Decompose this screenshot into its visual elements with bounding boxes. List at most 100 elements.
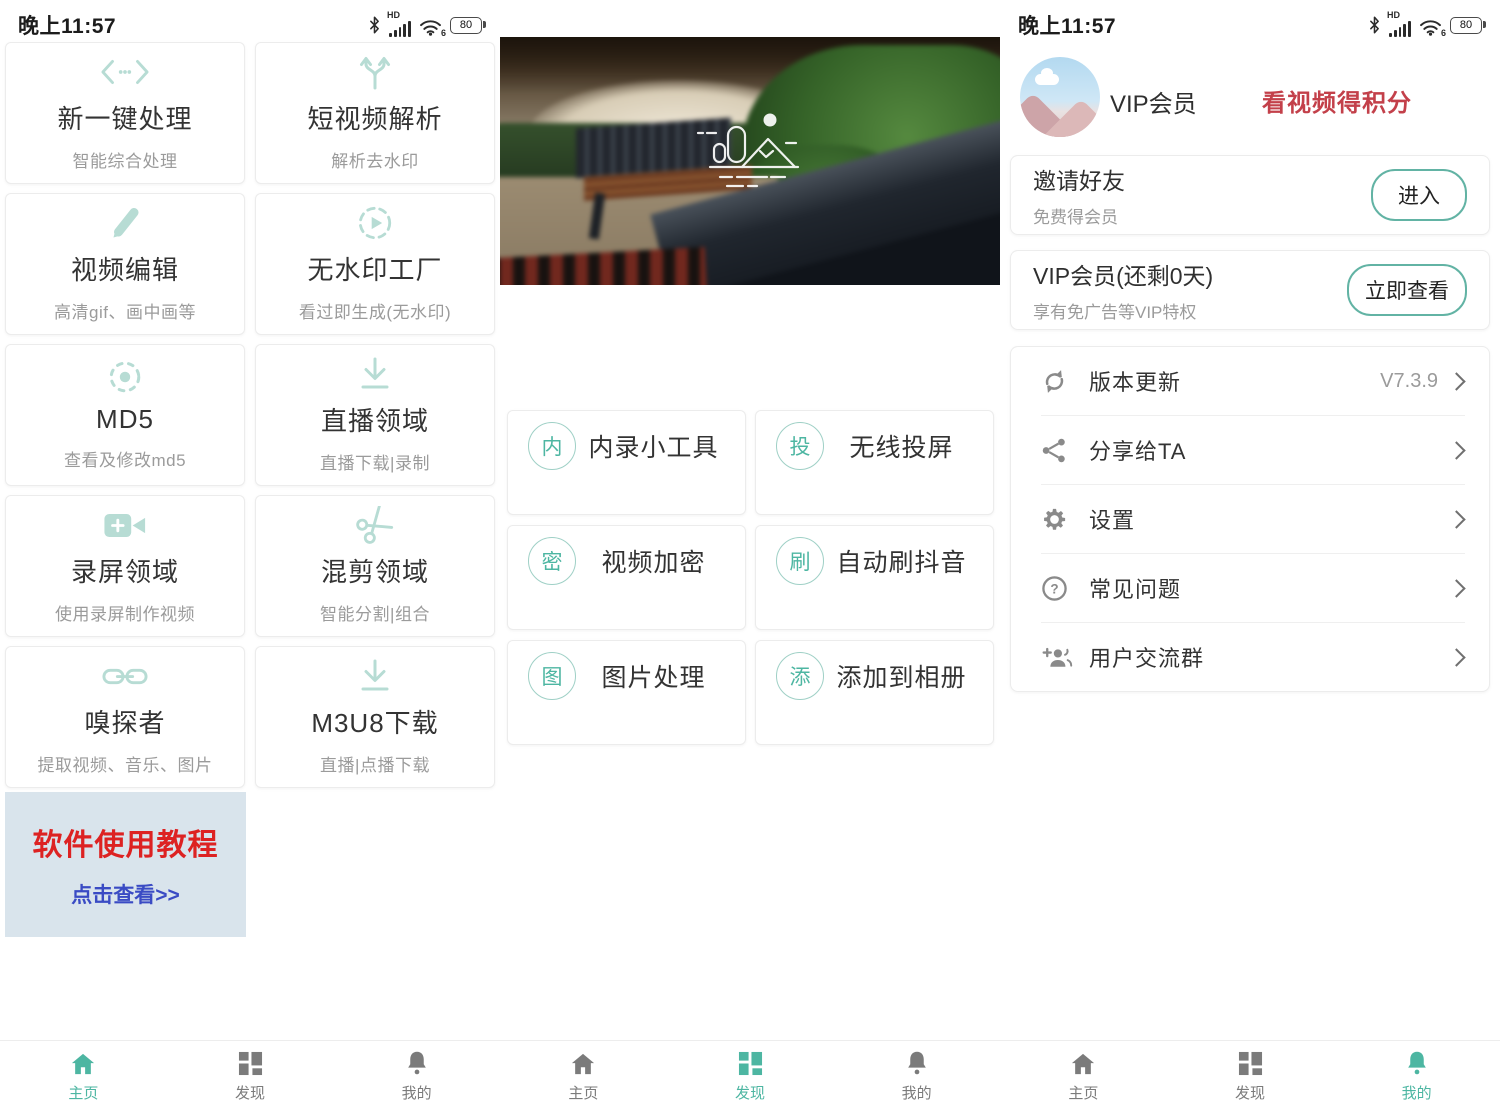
discover-card-image-process[interactable]: 图 图片处理 <box>507 640 746 745</box>
invite-friends-card[interactable]: 邀请好友 免费得会员 进入 <box>1010 155 1490 235</box>
status-icons: HD 6 80 <box>368 14 482 37</box>
tool-title: 新一键处理 <box>57 99 192 136</box>
nav-label: 我的 <box>902 1082 932 1103</box>
discover-label: 添加到相册 <box>824 658 979 694</box>
status-bar: 晚上11:57 HD 6 80 <box>0 10 500 40</box>
link-icon <box>102 658 148 694</box>
bottom-nav: 主页 发现 我的 <box>1000 1040 1500 1111</box>
avatar[interactable] <box>1020 57 1100 137</box>
chevron-right-icon <box>1447 510 1465 528</box>
discover-banner-photo[interactable] <box>500 37 1000 285</box>
grid-icon <box>1238 1050 1263 1076</box>
nav-item-discover[interactable]: 发现 <box>167 1041 334 1111</box>
tool-title: 无水印工厂 <box>307 250 442 287</box>
circle-badge: 内 <box>528 422 576 470</box>
tutorial-banner[interactable]: 软件使用教程 点击查看>> <box>5 792 246 937</box>
nav-item-home[interactable]: 主页 <box>0 1041 167 1111</box>
nav-item-mine[interactable]: 我的 <box>1333 1041 1500 1111</box>
menu-item-settings[interactable]: 设置 <box>1041 485 1465 554</box>
battery-icon: 80 <box>1450 17 1482 34</box>
tool-card-live-download[interactable]: 直播领域 直播下载|录制 <box>255 344 495 486</box>
share-icon <box>1041 437 1075 464</box>
tool-subtitle: 看过即生成(无水印) <box>299 298 451 323</box>
tool-card-no-watermark[interactable]: 无水印工厂 看过即生成(无水印) <box>255 193 495 335</box>
chevron-right-icon <box>1447 648 1465 666</box>
card-title: 邀请好友 <box>1033 162 1371 196</box>
nav-item-home[interactable]: 主页 <box>1000 1041 1167 1111</box>
tool-subtitle: 直播|点播下载 <box>320 751 430 776</box>
tutorial-link[interactable]: 点击查看>> <box>71 879 180 909</box>
card-text: VIP会员(还剩0天) 享有免广告等VIP特权 <box>1033 257 1347 323</box>
vip-membership-card[interactable]: VIP会员(还剩0天) 享有免广告等VIP特权 立即查看 <box>1010 250 1490 330</box>
watch-video-points-link[interactable]: 看视频得积分 <box>1262 83 1412 118</box>
pencil-icon <box>107 205 143 241</box>
scissors-icon <box>356 507 394 543</box>
nav-label: 我的 <box>402 1082 432 1103</box>
status-time: 晚上11:57 <box>1018 10 1116 40</box>
card-subtitle: 享有免广告等VIP特权 <box>1033 298 1347 323</box>
nav-item-mine[interactable]: 我的 <box>833 1041 1000 1111</box>
tool-card-screen-record[interactable]: 录屏领域 使用录屏制作视频 <box>5 495 245 637</box>
circle-badge: 投 <box>776 422 824 470</box>
tool-subtitle: 智能综合处理 <box>73 147 178 172</box>
menu-item-faq[interactable]: ? 常见问题 <box>1041 554 1465 623</box>
nav-item-mine[interactable]: 我的 <box>333 1041 500 1111</box>
discover-label: 视频加密 <box>576 543 731 579</box>
discover-card-cast[interactable]: 投 无线投屏 <box>755 410 994 515</box>
tool-card-sniffer[interactable]: 嗅探者 提取视频、音乐、图片 <box>5 646 245 788</box>
circle-badge: 密 <box>528 537 576 585</box>
wifi6-label: 6 <box>441 28 446 38</box>
tutorial-title: 软件使用教程 <box>33 820 219 864</box>
menu-item-version-update[interactable]: 版本更新 V7.3.9 <box>1041 347 1465 416</box>
menu-label: 版本更新 <box>1089 365 1181 397</box>
screen-discover: 内 内录小工具 投 无线投屏 密 视频加密 刷 自动刷抖音 图 图片处理 添 添… <box>500 0 1000 1111</box>
tool-card-one-key[interactable]: 新一键处理 智能综合处理 <box>5 42 245 184</box>
tool-subtitle: 解析去水印 <box>331 147 419 172</box>
grid-icon <box>738 1050 763 1076</box>
battery-level: 80 <box>1460 19 1472 31</box>
enter-button[interactable]: 进入 <box>1371 169 1467 221</box>
tool-title: 短视频解析 <box>307 99 442 136</box>
nav-item-discover[interactable]: 发现 <box>1167 1041 1334 1111</box>
tool-card-md5[interactable]: MD5 查看及修改md5 <box>5 344 245 486</box>
code-brackets-icon <box>100 54 150 90</box>
bell-icon <box>905 1050 929 1076</box>
tool-title: 混剪领域 <box>321 552 429 589</box>
menu-item-share[interactable]: 分享给TA <box>1041 416 1465 485</box>
tool-card-mix-cut[interactable]: 混剪领域 智能分割|组合 <box>255 495 495 637</box>
download-icon <box>357 658 393 694</box>
tool-card-m3u8[interactable]: M3U8下载 直播|点播下载 <box>255 646 495 788</box>
battery-level: 80 <box>460 19 472 31</box>
svg-text:?: ? <box>1050 581 1058 596</box>
discover-card-internal-record[interactable]: 内 内录小工具 <box>507 410 746 515</box>
tool-subtitle: 查看及修改md5 <box>64 446 186 471</box>
play-circle-icon <box>356 205 394 241</box>
discover-card-auto-swipe[interactable]: 刷 自动刷抖音 <box>755 525 994 630</box>
tool-title: MD5 <box>96 404 154 435</box>
bluetooth-icon <box>368 15 381 35</box>
menu-label: 设置 <box>1089 503 1135 535</box>
nav-label: 我的 <box>1402 1082 1432 1103</box>
sync-icon <box>1041 368 1075 395</box>
wifi-icon: 6 <box>1419 18 1442 36</box>
menu-label: 常见问题 <box>1089 572 1181 604</box>
grid-icon <box>238 1050 263 1076</box>
split-arrows-icon <box>357 54 393 90</box>
view-now-button[interactable]: 立即查看 <box>1347 264 1467 316</box>
tool-title: M3U8下载 <box>311 703 438 740</box>
nav-item-home[interactable]: 主页 <box>500 1041 667 1111</box>
status-bar: 晚上11:57 HD 6 80 <box>1000 10 1500 40</box>
discover-label: 图片处理 <box>576 658 731 694</box>
nav-item-discover[interactable]: 发现 <box>667 1041 834 1111</box>
gear-icon <box>1041 506 1075 533</box>
card-title: VIP会员(还剩0天) <box>1033 257 1347 291</box>
discover-card-encrypt[interactable]: 密 视频加密 <box>507 525 746 630</box>
screen-profile: 晚上11:57 HD 6 80 VIP会员 看视频得 <box>1000 0 1500 1111</box>
bottom-nav: 主页 发现 我的 <box>500 1040 1000 1111</box>
tool-card-video-edit[interactable]: 视频编辑 高清gif、画中画等 <box>5 193 245 335</box>
tool-card-video-parse[interactable]: 短视频解析 解析去水印 <box>255 42 495 184</box>
wifi-icon: 6 <box>419 18 442 36</box>
menu-item-user-group[interactable]: 用户交流群 <box>1041 623 1465 691</box>
version-value: V7.3.9 <box>1380 370 1438 393</box>
discover-card-add-album[interactable]: 添 添加到相册 <box>755 640 994 745</box>
